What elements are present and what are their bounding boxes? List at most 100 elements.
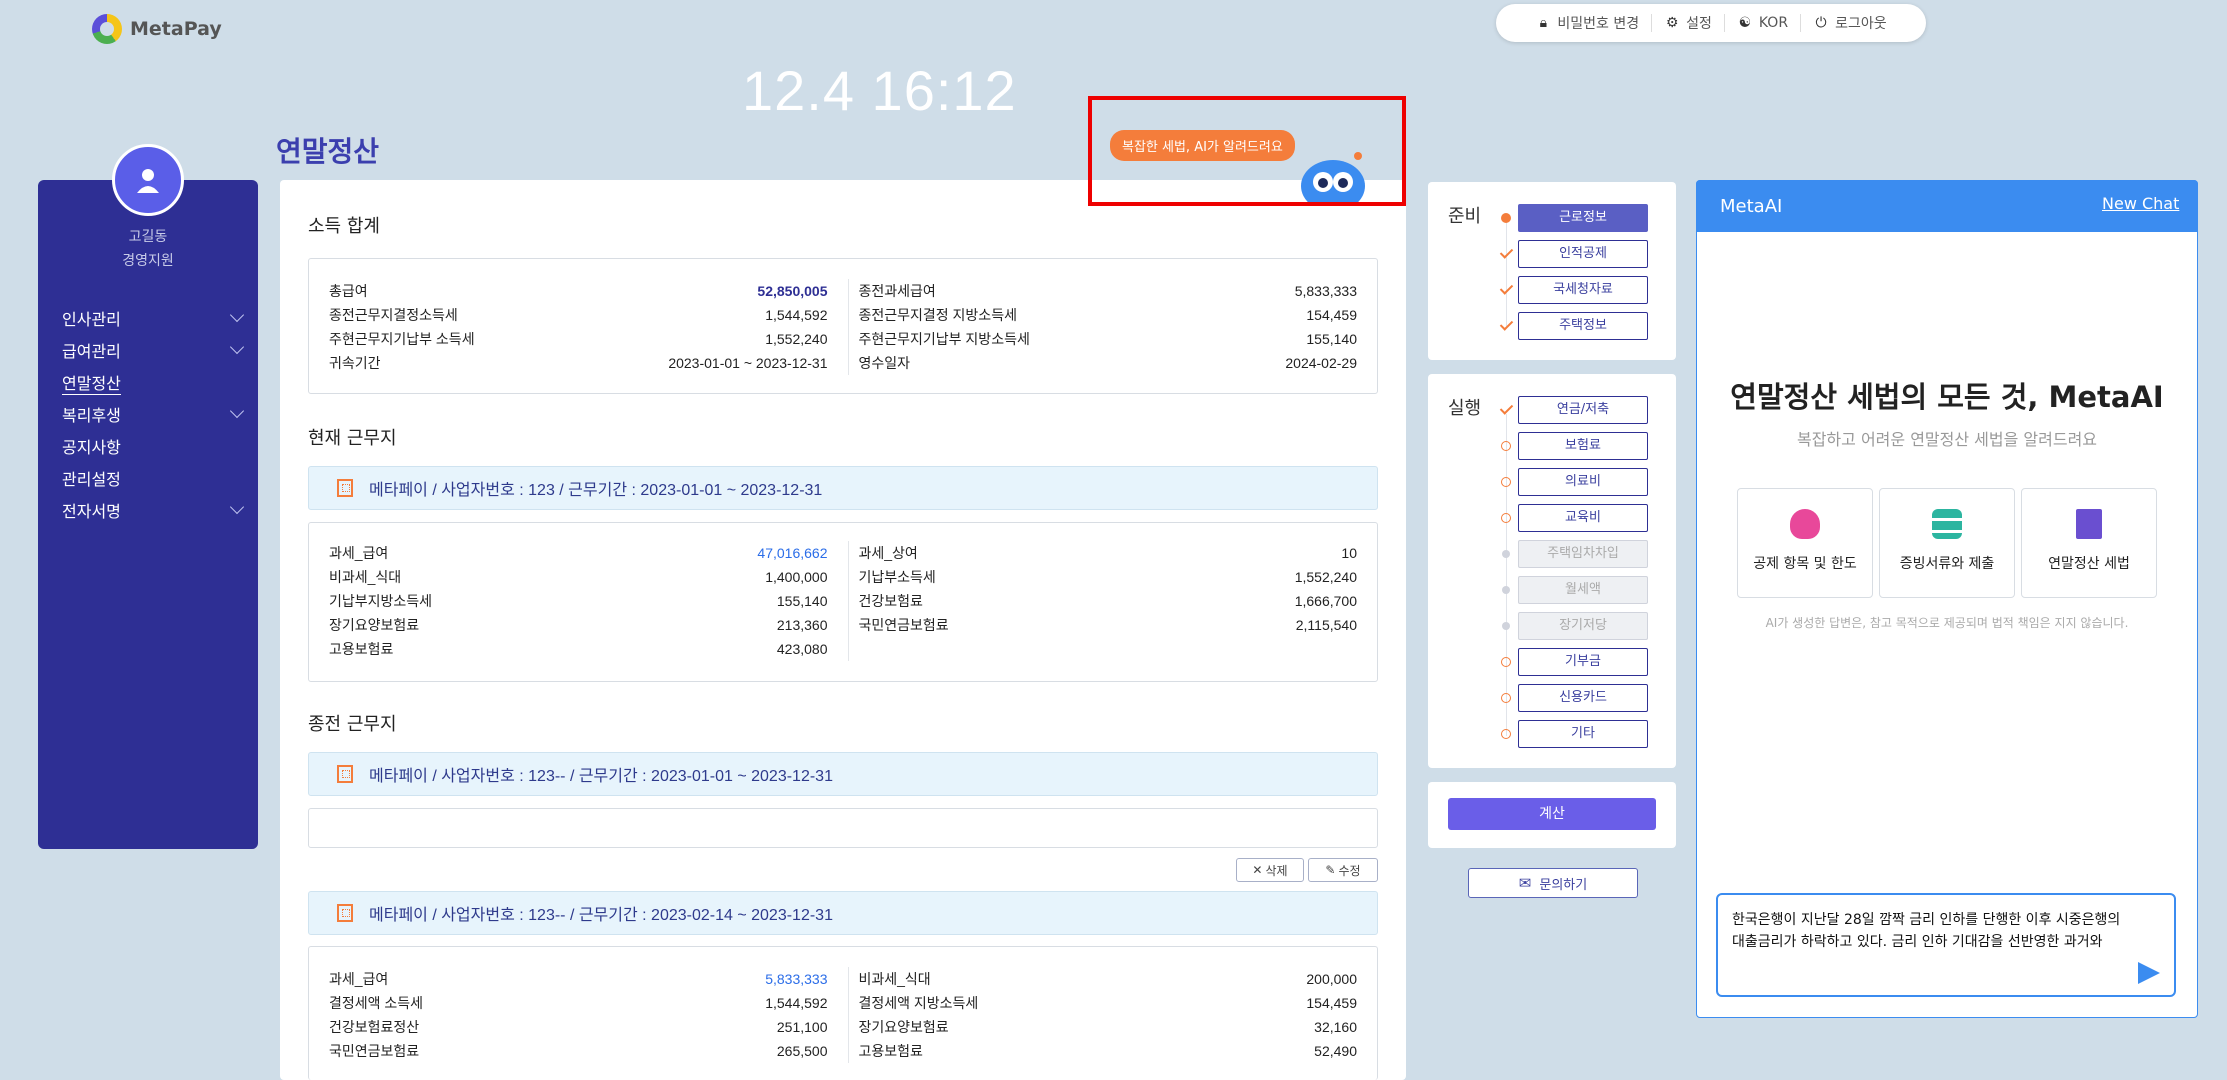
step-button[interactable]: 보험료 [1518,432,1648,460]
step-button[interactable]: 주택정보 [1518,312,1648,340]
metaai-title: MetaAI [1720,196,1783,217]
chevron-down-icon[interactable] [229,339,245,355]
row-label: 결정세액 지방소득세 [858,995,979,1011]
sidebar-item-label: 인사관리 [62,310,121,329]
page-title: 연말정산 [276,135,380,168]
row-label: 장기요양보험료 [329,617,420,633]
row-label: 영수일자 [858,355,911,371]
delete-button[interactable]: ✕ 삭제 [1236,858,1304,882]
language-button[interactable]: ☯ KOR [1725,14,1802,32]
edit-button[interactable]: ✎ 수정 [1308,858,1378,882]
row-value: 154,459 [1306,995,1357,1011]
value-row: 주현근무지기납부 지방소득세 155,140 [859,327,1358,351]
lock-icon: 🔒︎ [1539,15,1548,31]
step-button[interactable]: 인적공제 [1518,240,1648,268]
row-label: 귀속기간 [329,355,381,371]
chevron-down-icon[interactable] [229,403,245,419]
metaai-hero: 연말정산 세법의 모든 것, MetaAI [1730,380,2164,414]
value-row: 국민연금보험료 2,115,540 [859,613,1358,637]
step-button[interactable]: 의료비 [1518,468,1648,496]
value-row: 귀속기간 2023-01-01 ~ 2023-12-31 [329,351,828,375]
row-label: 기납부지방소득세 [329,593,433,609]
step-button[interactable]: 기부금 [1518,648,1648,676]
row-value: 265,500 [776,1043,828,1059]
row-label: 국민연금보험료 [329,1043,420,1059]
chevron-down-icon[interactable] [229,499,245,515]
row-value: 1,552,240 [765,331,828,347]
chevron-down-icon[interactable] [229,307,245,323]
step-button[interactable]: 근로정보 [1518,204,1648,232]
row-label: 총급여 [329,283,368,299]
row-value: 251,100 [776,1019,828,1035]
previous-company-strip-2[interactable]: 메타페이 / 사업자번호 : 123-- / 근무기간 : 2023-02-14… [308,891,1378,935]
value-row: 종전과세급여 5,833,333 [859,279,1358,303]
row-value: 1,666,700 [1294,593,1357,609]
row-value: 52,490 [1314,1043,1357,1059]
value-row: 국민연금보험료 265,500 [329,1039,828,1063]
sidebar-item[interactable]: 공지사항 [62,434,242,458]
row-label: 주현근무지기납부 지방소득세 [858,331,1030,347]
step-button[interactable]: 국세청자료 [1518,276,1648,304]
logout-button[interactable]: ⏻ 로그아웃 [1801,14,1899,32]
sidebar-item[interactable]: 전자서명 [62,498,245,522]
app-name: MetaPay [130,18,222,40]
value-row: 비과세_식대 1,400,000 [329,565,828,589]
card-documents[interactable]: 증빙서류와 제출 [1879,488,2015,598]
card-tax-law[interactable]: 연말정산 세법 [2021,488,2157,598]
change-password-button[interactable]: 🔒︎ 비밀번호 변경 [1523,14,1653,32]
step-button: 주택임차차입 [1518,540,1648,568]
sidebar-item[interactable]: 복리후생 [62,402,245,426]
row-value: 1,400,000 [765,569,828,585]
row-value: 52,850,005 [757,283,828,299]
row-value: 155,140 [776,593,828,609]
user-dept: 경영지원 [122,253,174,269]
row-value: 10 [1341,545,1357,561]
sidebar-item[interactable]: 관리설정 [62,466,242,490]
row-label: 과세_급여 [329,971,389,987]
previous-title: 종전 근무지 [308,714,397,735]
sidebar-item[interactable]: 연말정산 [62,370,242,395]
value-column: 과세_급여 47,016,662 비과세_식대 1,400,000 기납부지방소득세 15… [309,541,848,661]
row-label: 종전근무지결정소득세 [329,307,458,323]
new-chat-link[interactable]: New Chat [2102,194,2179,213]
sidebar-item[interactable]: 인사관리 [62,306,245,330]
settings-button[interactable]: ⚙ 설정 [1652,14,1725,32]
book-icon [2076,509,2102,539]
chat-input[interactable]: 한국은행이 지난달 28일 깜짝 금리 인하를 단행한 이후 시중은행의 대출금… [1716,893,2176,997]
previous-detail: 과세_급여 5,833,333 결정세액 소득세 1,544,592 건강보험료정산 25… [308,946,1378,1080]
row-label: 고용보험료 [329,641,394,657]
pencil-icon: ✎ [1325,863,1336,877]
row-label: 장기요양보험료 [858,1019,949,1035]
step-button[interactable]: 신용카드 [1518,684,1648,712]
avatar[interactable] [112,144,184,216]
previous-company-text-2: 메타페이 / 사업자번호 : 123-- / 근무기간 : 2023-02-14… [369,907,833,924]
delete-label: 삭제 [1265,863,1288,878]
korea-flag-icon: ☯ [1738,15,1752,31]
previous-company-strip-1[interactable]: 메타페이 / 사업자번호 : 123-- / 근무기간 : 2023-01-01… [308,752,1378,796]
row-label: 기납부소득세 [858,569,936,585]
calculate-button[interactable]: 계산 [1448,798,1656,830]
current-detail: 과세_급여 47,016,662 비과세_식대 1,400,000 기납부지방소득세 15… [308,522,1378,682]
row-label: 건강보험료정산 [329,1019,420,1035]
row-label: 비과세_식대 [858,971,931,987]
step-button[interactable]: 연금/저축 [1518,396,1648,424]
current-company-strip[interactable]: 메타페이 / 사업자번호 : 123 / 근무기간 : 2023-01-01 ~… [308,466,1378,510]
settings-label: 설정 [1686,16,1712,32]
card-label: 증빙서류와 제출 [1899,556,1995,572]
value-row: 기납부소득세 1,552,240 [859,565,1358,589]
send-icon[interactable] [2138,962,2160,984]
status-dot-icon [1502,622,1510,630]
metaai-disclaimer: AI가 생성한 답변은, 참고 목적으로 제공되며 법적 책임은 지지 않습니다… [1765,616,2129,630]
inquiry-button[interactable]: ✉ 문의하기 [1468,868,1638,898]
app-logo[interactable]: MetaPay [92,14,222,44]
value-column: 과세_상여 10 기납부소득세 1,552,240 건강보험료 1,666,700 국민연금… [847,541,1378,661]
row-label: 건강보험료 [858,593,923,609]
value-row: 과세_상여 10 [859,541,1358,565]
step-button[interactable]: 기타 [1518,720,1648,748]
row-value: 5,833,333 [1294,283,1357,299]
sidebar-item[interactable]: 급여관리 [62,338,245,362]
step-button[interactable]: 교육비 [1518,504,1648,532]
card-deduction[interactable]: 공제 항목 및 한도 [1737,488,1873,598]
value-row: 건강보험료 1,666,700 [859,589,1358,613]
row-value: 200,000 [1306,971,1357,987]
